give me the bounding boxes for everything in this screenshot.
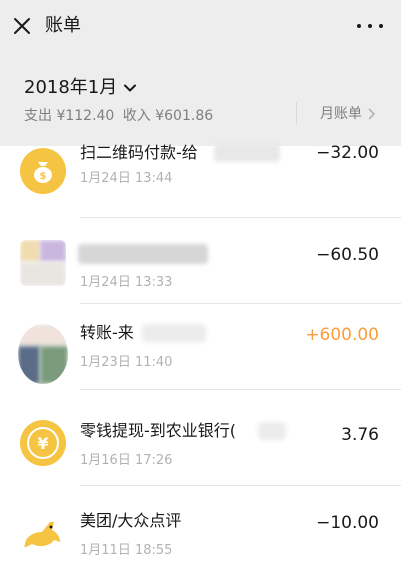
transaction-amount: 3.76 <box>341 425 379 445</box>
transaction-amount: −60.50 <box>316 245 379 265</box>
transaction-time: 1月24日 13:33 <box>80 275 173 290</box>
transaction-row[interactable]: 转账-来 1月23日 11:40 +600.00 <box>0 304 401 390</box>
divider <box>296 102 297 124</box>
transaction-time: 1月24日 13:44 <box>80 171 173 186</box>
transaction-amount: −10.00 <box>316 513 379 533</box>
transaction-list: $ 扫二维码付款-给 1月24日 13:44 −32.00 1月24日 13:3… <box>0 143 401 583</box>
close-button[interactable] <box>8 12 36 40</box>
more-button[interactable] <box>357 14 383 38</box>
page-title: 账单 <box>45 15 81 36</box>
transaction-name: 美团/大众点评 <box>80 511 182 530</box>
transaction-name: 扫二维码付款-给 <box>80 143 198 162</box>
month-selector[interactable]: 2018年1月 <box>24 76 137 100</box>
redacted-text <box>78 244 208 264</box>
svg-text:$: $ <box>40 171 47 182</box>
redacted-text <box>214 144 280 162</box>
close-icon <box>14 18 30 34</box>
transaction-row[interactable]: ¥ 零钱提现-到农业银行( 1月16日 17:26 3.76 <box>0 390 401 486</box>
transaction-name: 零钱提现-到农业银行( <box>80 421 237 440</box>
transaction-name: 转账-来 <box>80 323 134 342</box>
more-dot-icon <box>357 24 361 28</box>
transaction-time: 1月11日 18:55 <box>80 543 173 558</box>
avatar <box>20 240 66 286</box>
yuan-coin-icon: ¥ <box>20 420 66 466</box>
transaction-row[interactable]: 1月24日 13:33 −60.50 <box>0 218 401 304</box>
transaction-amount: +600.00 <box>305 325 379 345</box>
expense-total: 支出 ¥112.40 <box>24 108 115 124</box>
redacted-text <box>258 422 286 440</box>
money-bag-icon: $ <box>20 148 66 194</box>
transaction-time: 1月23日 11:40 <box>80 355 173 370</box>
redacted-text <box>142 324 206 342</box>
transaction-time: 1月16日 17:26 <box>80 453 173 468</box>
income-total: 收入 ¥601.86 <box>122 108 214 124</box>
monthly-bill-link[interactable]: 月账单 <box>320 104 376 124</box>
transaction-amount: −32.00 <box>316 143 379 163</box>
top-bar: 账单 <box>0 0 401 52</box>
more-dot-icon <box>368 24 372 28</box>
month-totals: 支出 ¥112.40 收入 ¥601.86 <box>24 106 213 126</box>
avatar <box>18 324 68 384</box>
transaction-row[interactable]: 美团/大众点评 1月11日 18:55 −10.00 <box>0 486 401 572</box>
transaction-row[interactable]: $ 扫二维码付款-给 1月24日 13:44 −32.00 <box>0 132 401 218</box>
month-label: 2018年1月 <box>24 77 118 98</box>
chevron-down-icon <box>124 84 137 92</box>
monthly-bill-label: 月账单 <box>320 106 362 122</box>
svg-text:¥: ¥ <box>37 434 48 453</box>
chevron-right-icon <box>368 108 375 120</box>
more-dot-icon <box>379 24 383 28</box>
meituan-kangaroo-icon <box>20 510 66 556</box>
